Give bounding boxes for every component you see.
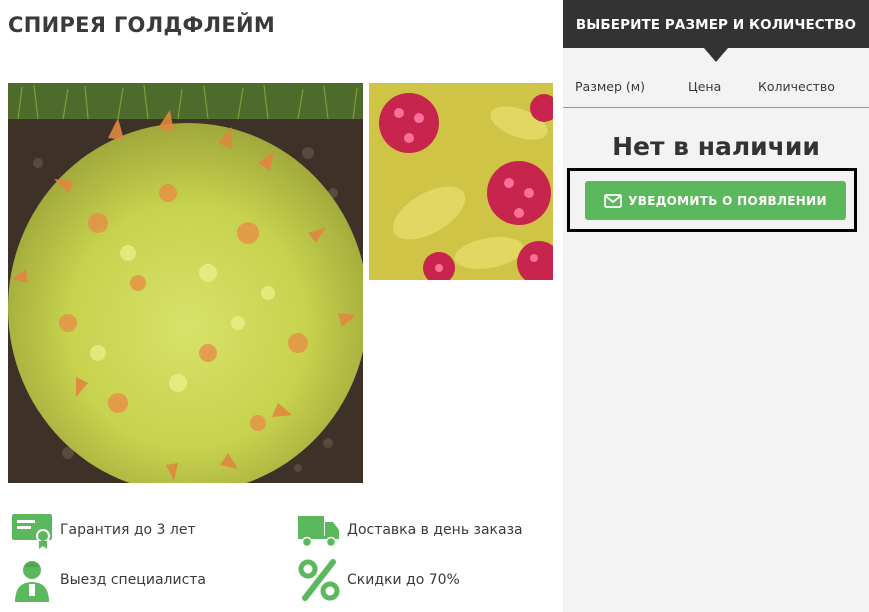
feature-specialist: Выезд специалиста bbox=[10, 558, 206, 602]
feature-label: Выезд специалиста bbox=[60, 572, 206, 588]
percent-icon bbox=[297, 558, 341, 602]
column-price: Цена bbox=[688, 79, 722, 94]
feature-label: Гарантия до 3 лет bbox=[60, 522, 196, 538]
order-panel-title: ВЫБЕРИТЕ РАЗМЕР И КОЛИЧЕСТВО bbox=[575, 17, 857, 33]
product-title: СПИРЕЯ ГОЛДФЛЕЙМ bbox=[8, 13, 276, 37]
certificate-icon bbox=[10, 508, 54, 552]
feature-discount: Скидки до 70% bbox=[297, 558, 460, 602]
order-panel: ВЫБЕРИТЕ РАЗМЕР И КОЛИЧЕСТВО Размер (м) … bbox=[563, 0, 869, 612]
thumbnail-image[interactable] bbox=[369, 83, 553, 280]
column-size: Размер (м) bbox=[575, 79, 646, 94]
stock-status: Нет в наличии bbox=[612, 132, 820, 161]
order-panel-header: ВЫБЕРИТЕ РАЗМЕР И КОЛИЧЕСТВО bbox=[563, 0, 869, 62]
shrub-illustration bbox=[8, 83, 363, 483]
notify-button[interactable]: УВЕДОМИТЬ О ПОЯВЛЕНИИ bbox=[585, 181, 846, 220]
notify-button-label: УВЕДОМИТЬ О ПОЯВЛЕНИИ bbox=[628, 193, 827, 208]
envelope-icon bbox=[604, 193, 623, 208]
delivery-truck-icon bbox=[297, 508, 341, 552]
feature-label: Скидки до 70% bbox=[347, 572, 460, 588]
feature-guarantee: Гарантия до 3 лет bbox=[10, 508, 196, 552]
specialist-icon bbox=[10, 558, 54, 602]
feature-label: Доставка в день заказа bbox=[347, 522, 523, 538]
table-divider bbox=[563, 107, 869, 108]
feature-delivery: Доставка в день заказа bbox=[297, 508, 523, 552]
flowers-illustration bbox=[369, 83, 553, 280]
column-quantity: Количество bbox=[758, 79, 835, 94]
main-product-image[interactable] bbox=[8, 83, 363, 483]
